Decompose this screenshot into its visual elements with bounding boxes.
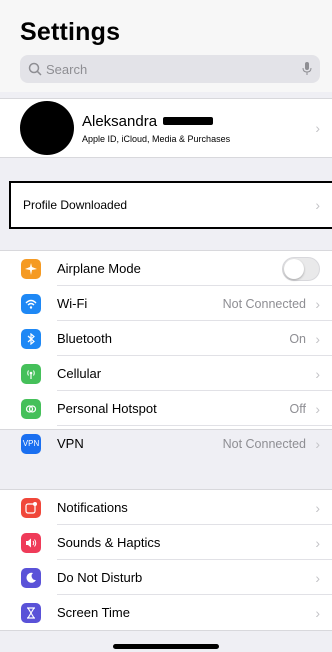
wifi-icon (21, 293, 41, 314)
airplane-mode-toggle[interactable] (282, 256, 320, 281)
settings-row-label: Airplane Mode (57, 261, 141, 276)
connectivity-group: Airplane Mode Wi-Fi Not Connected › Blue… (0, 250, 332, 454)
settings-row-label: Do Not Disturb (57, 570, 143, 585)
profile-downloaded-row[interactable]: Profile Downloaded › (9, 181, 332, 229)
settings-row-label: Wi-Fi (57, 296, 88, 311)
settings-row-label: Sounds & Haptics (57, 535, 161, 550)
chevron-right-icon: › (315, 197, 320, 213)
chevron-right-icon: › (315, 499, 320, 516)
chevron-right-icon: › (315, 400, 320, 417)
settings-row-airplane-mode[interactable]: Airplane Mode (0, 251, 332, 286)
vpn-icon: VPN (21, 433, 41, 454)
header: Settings Search (0, 0, 332, 92)
settings-row-label: Bluetooth (57, 331, 112, 346)
page-title: Settings (20, 18, 121, 46)
hotspot-status: Off (289, 401, 306, 416)
profile-name: Aleksandra (82, 112, 158, 130)
home-indicator[interactable] (113, 644, 219, 649)
cellular-icon (21, 363, 41, 384)
search-icon (28, 62, 42, 76)
notifications-group: Notifications › Sounds & Haptics › Do No… (0, 489, 332, 631)
settings-row-do-not-disturb[interactable]: Do Not Disturb › (0, 560, 332, 595)
chevron-right-icon: › (315, 120, 320, 136)
airplane-icon (21, 258, 41, 279)
chevron-right-icon: › (315, 435, 320, 452)
settings-row-label: Cellular (57, 366, 102, 381)
settings-row-cellular[interactable]: Cellular › (0, 356, 332, 391)
settings-row-notifications[interactable]: Notifications › (0, 490, 332, 525)
hourglass-icon (21, 602, 41, 623)
settings-row-sounds-haptics[interactable]: Sounds & Haptics › (0, 525, 332, 560)
chevron-right-icon: › (315, 330, 320, 347)
settings-row-personal-hotspot[interactable]: Personal Hotspot Off › (0, 391, 332, 426)
bluetooth-icon (21, 328, 41, 349)
chevron-right-icon: › (315, 569, 320, 586)
profile-downloaded-label: Profile Downloaded (23, 198, 128, 212)
search-placeholder: Search (46, 61, 88, 77)
settings-row-label: VPN (57, 436, 84, 451)
chevron-right-icon: › (315, 534, 320, 551)
settings-row-screen-time[interactable]: Screen Time › (0, 595, 332, 630)
moon-icon (21, 567, 41, 588)
profile-subtitle: Apple ID, iCloud, Media & Purchases (82, 133, 231, 144)
settings-row-bluetooth[interactable]: Bluetooth On › (0, 321, 332, 356)
settings-row-wifi[interactable]: Wi-Fi Not Connected › (0, 286, 332, 321)
chevron-right-icon: › (315, 365, 320, 382)
settings-row-vpn[interactable]: VPN VPN Not Connected › (0, 426, 332, 461)
chevron-right-icon: › (315, 604, 320, 621)
vpn-status: Not Connected (222, 436, 306, 451)
chevron-right-icon: › (315, 295, 320, 312)
sounds-icon (21, 532, 41, 553)
hotspot-icon (21, 398, 41, 419)
redacted-surname (163, 117, 214, 125)
avatar (20, 101, 74, 155)
mic-icon[interactable] (302, 62, 312, 76)
search-field[interactable]: Search (20, 55, 320, 83)
wifi-status: Not Connected (222, 296, 306, 311)
settings-row-label: Screen Time (57, 605, 130, 620)
settings-row-label: Personal Hotspot (57, 401, 157, 416)
bluetooth-status: On (289, 331, 306, 346)
settings-row-label: Notifications (57, 500, 128, 515)
apple-id-profile-row[interactable]: Aleksandra Apple ID, iCloud, Media & Pur… (0, 98, 332, 158)
notifications-icon (21, 497, 41, 518)
